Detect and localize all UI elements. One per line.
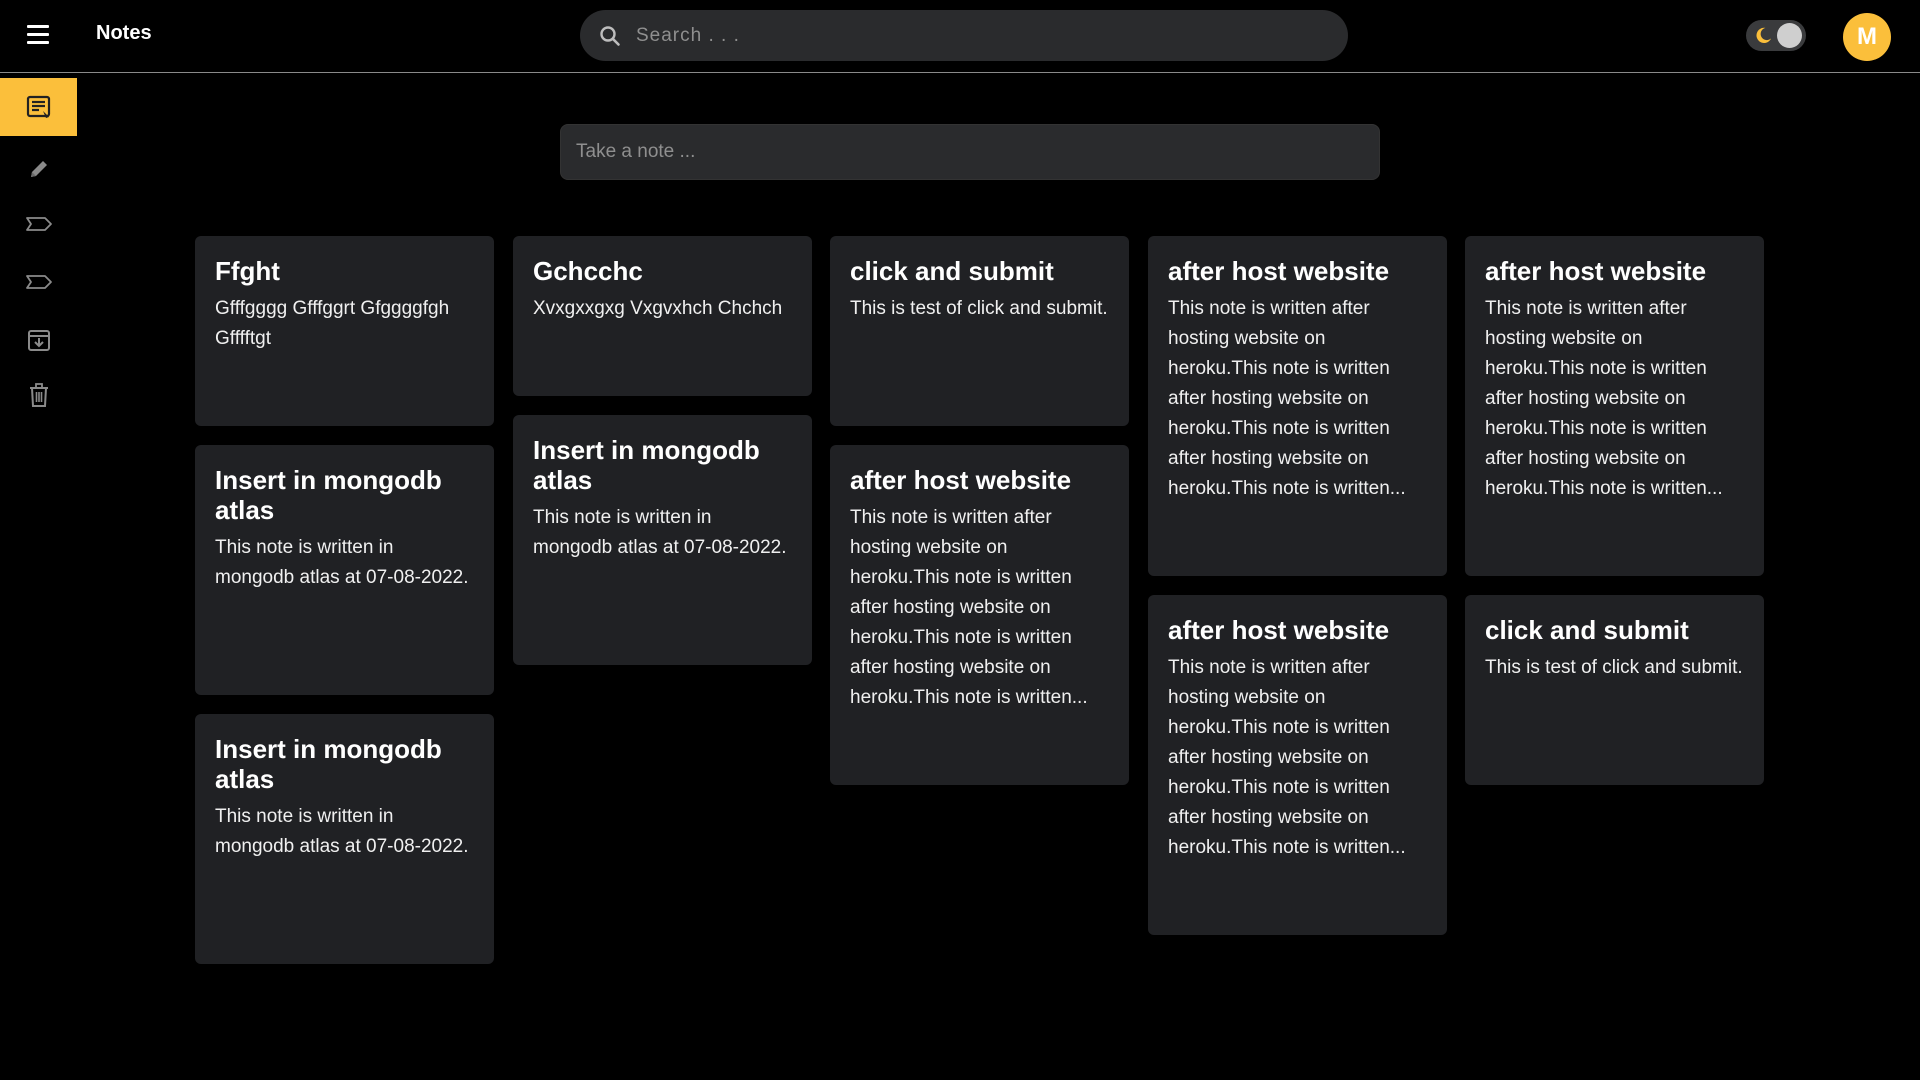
note-card[interactable]: Ffght Gfffgggg Gfffggrt Gfggggfgh Gfffft… [195,236,494,426]
note-title: Gchcchc [533,256,643,286]
sidebar-item-edit[interactable] [0,140,78,198]
search-icon [600,25,620,46]
sidebar-item-notes[interactable] [0,78,77,136]
avatar[interactable]: M [1843,13,1891,61]
note-body: This note is written after hosting websi… [850,507,1088,708]
note-body: This note is written in mongodb atlas at… [215,537,469,588]
sidebar-item-label-2[interactable] [0,253,78,311]
label-icon [26,217,52,231]
note-body: Xvxgxxgxg Vxgvxhch Chchch [533,298,783,319]
note-card[interactable]: after host website This note is written … [830,445,1129,785]
note-body: This is test of click and submit. [1485,657,1743,678]
note-card[interactable]: after host website This note is written … [1465,236,1764,576]
note-body: This note is written in mongodb atlas at… [215,806,469,857]
note-card[interactable]: Gchcchc Xvxgxxgxg Vxgvxhch Chchch [513,236,812,396]
sidebar-item-archive[interactable] [0,311,78,369]
toggle-knob [1777,23,1802,48]
note-title: Insert in mongodb atlas [215,734,442,794]
note-card[interactable]: click and submit This is test of click a… [830,236,1129,426]
note-body: This note is written after hosting websi… [1168,657,1406,858]
sidebar-item-label-1[interactable] [0,195,78,253]
note-title: after host website [1168,256,1390,286]
note-card[interactable]: Insert in mongodb atlas This note is wri… [195,714,494,964]
archive-icon [28,330,50,351]
note-body: This is test of click and submit. [850,298,1108,319]
note-title: after host website [1485,256,1707,286]
label-icon [26,275,52,289]
note-body: This note is written after hosting websi… [1485,298,1723,499]
note-body: This note is written in mongodb atlas at… [533,507,787,558]
note-title: after host website [1168,615,1390,645]
notes-icon [26,95,50,118]
search-bar[interactable] [580,10,1348,61]
note-title: Insert in mongodb atlas [533,435,760,495]
note-title: after host website [850,465,1072,495]
take-note-input[interactable] [560,124,1380,180]
note-card[interactable]: Insert in mongodb atlas This note is wri… [195,445,494,695]
moon-icon [1756,27,1772,43]
note-title: click and submit [850,256,1054,286]
note-card[interactable]: after host website This note is written … [1148,236,1447,576]
note-card[interactable]: after host website This note is written … [1148,595,1447,935]
app-title: Notes [96,22,152,44]
note-title: click and submit [1485,615,1689,645]
top-bar: Notes M [0,0,1920,73]
note-title: Insert in mongodb atlas [215,465,442,525]
theme-toggle[interactable] [1746,20,1806,51]
note-body: Gfffgggg Gfffggrt Gfggggfgh Gfffftgt [215,298,450,349]
pencil-icon [31,161,47,177]
trash-icon [30,383,48,407]
note-body: This note is written after hosting websi… [1168,298,1406,499]
note-card[interactable]: click and submit This is test of click a… [1465,595,1764,785]
sidebar-item-trash[interactable] [0,366,78,424]
search-input[interactable] [636,10,1348,61]
note-card[interactable]: Insert in mongodb atlas This note is wri… [513,415,812,665]
menu-icon[interactable] [24,22,54,48]
note-title: Ffght [215,256,280,286]
